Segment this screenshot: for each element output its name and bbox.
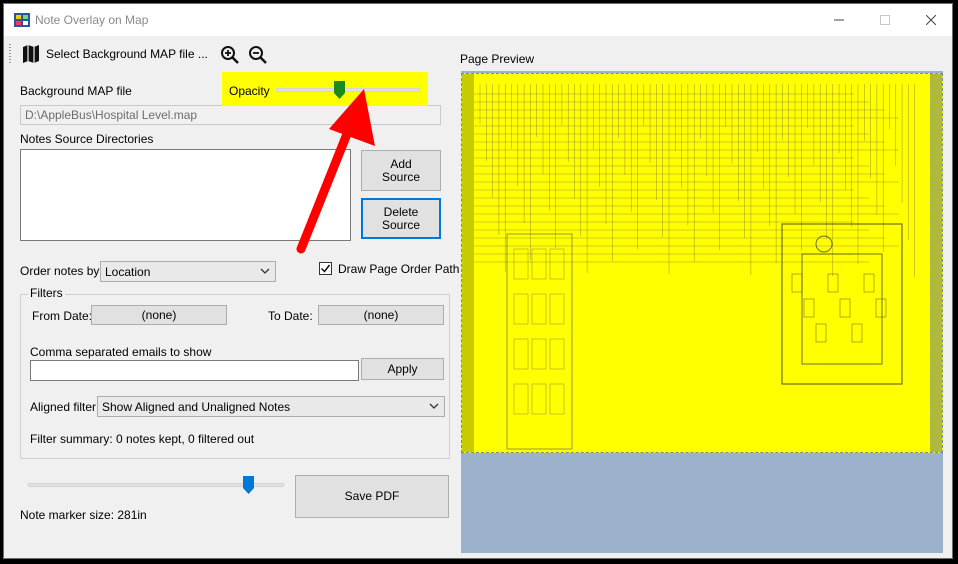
opacity-label: Opacity	[229, 84, 270, 98]
apply-label: Apply	[387, 361, 418, 376]
floor-plan-line	[513, 338, 529, 370]
chevron-down-icon	[429, 403, 439, 409]
floor-plan-line	[839, 298, 851, 318]
floor-plan-line	[531, 248, 547, 280]
floor-plan-image	[462, 74, 942, 452]
page-preview	[461, 71, 943, 553]
aligned-filter-select[interactable]: Show Aligned and Unaligned Notes	[97, 396, 445, 417]
floor-plan-line	[549, 338, 565, 370]
floor-plan-line	[549, 248, 565, 280]
to-date-picker[interactable]: (none)	[318, 305, 444, 325]
minimize-button[interactable]	[816, 4, 862, 36]
app-window: Note Overlay on Map Select Background MA…	[3, 3, 953, 559]
floor-plan-line	[851, 323, 863, 343]
save-pdf-button[interactable]: Save PDF	[295, 475, 449, 518]
select-background-map-label: Select Background MAP file ...	[46, 47, 208, 61]
toolbar-grip[interactable]	[9, 44, 11, 64]
to-date-label: To Date:	[268, 309, 313, 323]
app-icon	[14, 13, 30, 27]
floor-plan-line	[781, 223, 903, 385]
order-notes-select[interactable]: Location	[100, 261, 276, 282]
zoom-in-button[interactable]	[218, 43, 242, 67]
floor-plan-line	[513, 293, 529, 325]
floor-plan-line	[930, 74, 942, 452]
floor-plan-line	[462, 74, 474, 452]
zoom-out-icon	[249, 46, 267, 64]
draw-page-order-checkbox[interactable]	[319, 262, 332, 275]
window-title: Note Overlay on Map	[35, 13, 149, 27]
floor-plan-line	[531, 293, 547, 325]
map-icon	[23, 45, 39, 63]
toolbar: Select Background MAP file ...	[4, 38, 454, 70]
select-background-map-button[interactable]: Select Background MAP file ...	[18, 42, 212, 66]
floor-plan-line	[827, 273, 839, 293]
red-arrow-annotation	[296, 89, 375, 254]
close-button[interactable]	[908, 4, 954, 36]
button-label-line: Delete	[383, 204, 419, 219]
floor-plan-line	[549, 383, 565, 415]
emails-input[interactable]	[30, 360, 359, 381]
floor-plan-line	[513, 248, 529, 280]
button-label-line: Add	[390, 156, 412, 171]
notes-source-label: Notes Source Directories	[20, 132, 154, 146]
draw-page-order-label: Draw Page Order Path	[338, 262, 460, 276]
zoom-in-icon	[221, 46, 239, 64]
emails-label: Comma separated emails to show	[30, 345, 212, 359]
button-label-line: Source	[381, 217, 421, 232]
maximize-icon	[880, 15, 890, 25]
order-notes-label: Order notes by	[20, 264, 100, 278]
zoom-out-button[interactable]	[246, 43, 270, 67]
floor-plan-line	[531, 383, 547, 415]
from-date-picker[interactable]: (none)	[91, 305, 227, 325]
floor-plan-line	[506, 233, 573, 450]
floor-plan-line	[803, 298, 815, 318]
maximize-button[interactable]	[862, 4, 908, 36]
aligned-filter-value: Show Aligned and Unaligned Notes	[102, 399, 291, 414]
floor-plan-line	[513, 383, 529, 415]
floor-plan-line	[875, 298, 887, 318]
chevron-down-icon	[260, 268, 270, 274]
floor-plan-line	[863, 273, 875, 293]
preview-page	[461, 73, 943, 453]
marker-size-slider-thumb[interactable]	[242, 476, 254, 494]
order-notes-value: Location	[105, 264, 151, 279]
floor-plan-line	[549, 293, 565, 325]
background-map-label: Background MAP file	[20, 84, 132, 98]
button-label-line: Source	[381, 169, 421, 184]
title-bar[interactable]: Note Overlay on Map	[4, 4, 952, 36]
add-source-label: Add Source	[381, 156, 421, 184]
page-preview-label: Page Preview	[460, 52, 535, 66]
from-date-label: From Date:	[32, 309, 93, 323]
save-pdf-label: Save PDF	[344, 489, 400, 503]
minimize-icon	[834, 19, 844, 21]
floor-plan-line	[791, 273, 803, 293]
apply-button[interactable]: Apply	[361, 358, 444, 380]
marker-size-label: Note marker size: 281in	[20, 508, 147, 522]
aligned-filter-label: Aligned filter:	[30, 400, 100, 414]
check-icon	[320, 264, 331, 273]
floor-plan-line	[531, 338, 547, 370]
floor-plan-line	[815, 323, 827, 343]
filters-title: Filters	[28, 286, 65, 300]
delete-source-label: Delete Source	[381, 204, 421, 232]
close-icon	[926, 15, 936, 25]
floor-plan-line	[815, 235, 833, 253]
filter-summary: Filter summary: 0 notes kept, 0 filtered…	[30, 432, 255, 446]
